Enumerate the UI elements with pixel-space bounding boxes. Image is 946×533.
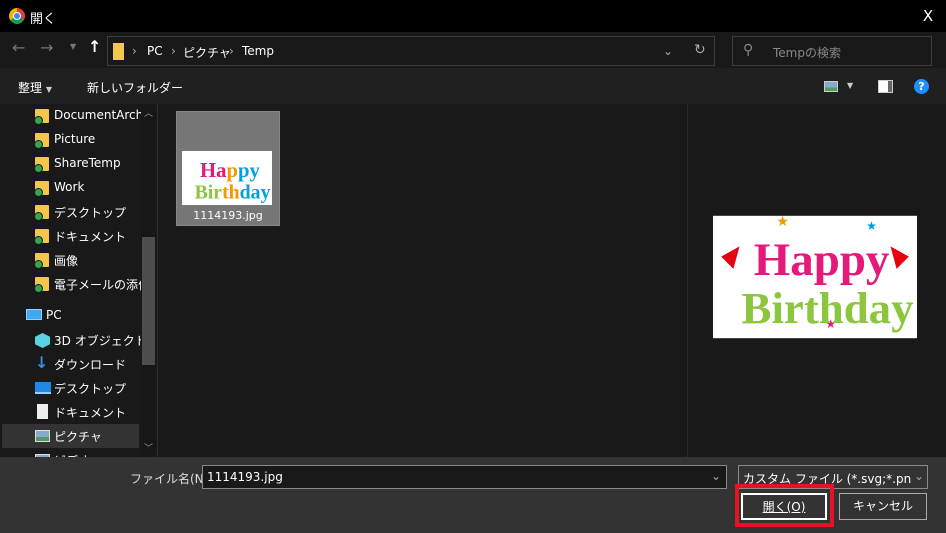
sidebar-item[interactable]: 3D オブジェクト xyxy=(2,328,142,352)
navigation-pane: DocumentArchive Picture ShareTemp Work デスクトッ… xyxy=(0,104,158,457)
svg-text:Birthday: Birthday xyxy=(195,181,271,203)
desktop-icon xyxy=(35,382,51,394)
forward-icon[interactable]: → xyxy=(40,38,53,57)
up-icon[interactable]: ↑ xyxy=(88,37,101,56)
sidebar-item-label: 画像 xyxy=(54,254,79,268)
file-item[interactable]: Happy Birthday 1114193.jpg xyxy=(176,111,280,226)
svg-text:Happy: Happy xyxy=(200,160,260,182)
sidebar-item[interactable]: 電子メールの添付ファイル xyxy=(2,272,142,296)
title-bar: 開く X xyxy=(0,0,946,32)
sidebar-item-label: ピクチャ xyxy=(54,430,102,444)
sidebar-item[interactable]: ShareTemp xyxy=(2,152,139,176)
sidebar-item[interactable]: ピクチャ xyxy=(2,424,139,448)
sync-check-icon xyxy=(34,212,43,221)
view-options-icon[interactable] xyxy=(824,81,838,92)
pictures-icon xyxy=(35,430,50,442)
sidebar-scrollbar[interactable]: ︿ ﹀ xyxy=(141,104,156,457)
search-input[interactable]: Tempの検索 xyxy=(773,44,841,61)
sidebar-item-label: PC xyxy=(46,308,62,322)
sidebar-item[interactable]: ビデオ xyxy=(2,448,139,457)
scrollbar-thumb[interactable] xyxy=(142,237,155,365)
preview-pane-icon[interactable] xyxy=(878,80,893,93)
breadcrumb-pictures[interactable]: ピクチャ xyxy=(183,44,231,61)
search-icon: ⚲ xyxy=(743,42,754,58)
new-folder-button[interactable]: 新しいフォルダー xyxy=(87,79,183,96)
sync-check-icon xyxy=(34,284,43,293)
file-name: 1114193.jpg xyxy=(193,209,263,222)
sync-check-icon xyxy=(34,236,43,245)
address-dropdown-icon[interactable]: ⌄ xyxy=(663,44,673,58)
sidebar-item-label: Picture xyxy=(54,132,96,146)
file-thumbnail: Happy Birthday xyxy=(182,151,272,205)
search-box[interactable]: ⚲ Tempの検索 xyxy=(732,36,932,66)
sync-check-icon xyxy=(34,188,43,197)
download-icon: ↓ xyxy=(35,353,49,372)
filename-input[interactable]: 1114193.jpg ⌄ xyxy=(202,465,727,489)
window-title: 開く xyxy=(30,12,57,27)
preview-text-birthday: Birthday xyxy=(742,283,914,333)
sidebar-item[interactable]: PC xyxy=(2,304,139,328)
sidebar-item-label: ShareTemp xyxy=(54,156,121,170)
sidebar-item-label: Work xyxy=(54,180,85,194)
sidebar-item[interactable]: ↓ ダウンロード xyxy=(2,352,139,376)
filetype-chevron-icon[interactable]: ⌄ xyxy=(914,469,925,483)
organize-label: 整理 xyxy=(18,81,43,95)
chrome-icon xyxy=(9,8,25,24)
document-icon xyxy=(37,404,48,419)
sync-check-icon xyxy=(34,140,43,149)
cancel-button[interactable]: キャンセル xyxy=(839,493,927,520)
address-bar[interactable]: › PC › ピクチャ › Temp ⌄ ↻ xyxy=(107,36,715,66)
view-chevron-icon[interactable]: ▼ xyxy=(847,81,853,90)
sidebar-item-label: デスクトップ xyxy=(54,206,127,220)
preview-pane: ★ ★ ★ Happy Birthday xyxy=(687,104,946,457)
sync-check-icon xyxy=(34,260,43,269)
sidebar-item[interactable]: ドキュメント xyxy=(2,400,139,424)
filename-value: 1114193.jpg xyxy=(207,470,283,484)
sidebar-item-label: ドキュメント xyxy=(54,230,127,244)
sync-check-icon xyxy=(34,164,43,173)
svg-text:★: ★ xyxy=(866,219,877,233)
breadcrumb-temp[interactable]: Temp xyxy=(242,44,274,58)
sidebar-item[interactable]: ドキュメント xyxy=(2,224,139,248)
pc-icon xyxy=(26,309,42,320)
open-button[interactable]: 開く(O) xyxy=(741,493,827,520)
close-button[interactable]: X xyxy=(918,7,938,25)
filename-dropdown-icon[interactable]: ⌄ xyxy=(711,469,721,483)
file-list: Happy Birthday 1114193.jpg xyxy=(160,104,686,457)
sidebar-item-label: DocumentArchive xyxy=(54,108,142,122)
sidebar-item-label: ドキュメント xyxy=(54,406,127,420)
sidebar-item[interactable]: デスクトップ xyxy=(2,200,139,224)
image-preview: ★ ★★ Happy Birthday xyxy=(713,214,917,339)
breadcrumb-pc[interactable]: PC xyxy=(147,44,163,58)
sidebar-item[interactable]: DocumentArchive xyxy=(2,104,142,128)
organize-menu[interactable]: 整理 ▼ xyxy=(18,79,52,96)
filename-label: ファイル名(N): xyxy=(130,472,213,486)
folder-icon xyxy=(113,43,124,60)
sync-check-icon xyxy=(34,116,43,125)
back-icon[interactable]: ← xyxy=(12,38,25,57)
sidebar-item-label: 3D オブジェクト xyxy=(54,334,142,348)
sidebar-item[interactable]: デスクトップ xyxy=(2,376,139,400)
sidebar-item[interactable]: Work xyxy=(2,176,139,200)
refresh-icon[interactable]: ↻ xyxy=(694,42,706,58)
svg-text:★: ★ xyxy=(776,214,789,230)
sidebar-item-label: 電子メールの添付ファイル xyxy=(54,278,142,292)
sidebar-item[interactable]: Picture xyxy=(2,128,139,152)
3d-objects-icon xyxy=(35,333,50,348)
help-icon[interactable]: ? xyxy=(914,79,929,94)
preview-text-happy: Happy xyxy=(754,234,890,286)
sidebar-item-label: デスクトップ xyxy=(54,382,127,396)
sidebar-item[interactable]: 画像 xyxy=(2,248,139,272)
recent-chevron-icon[interactable]: ▼ xyxy=(70,42,76,51)
sidebar-item-label: ダウンロード xyxy=(54,358,127,372)
dialog-footer: ファイル名(N): 1114193.jpg ⌄ カスタム ファイル (*.svg… xyxy=(0,457,946,533)
toolbar: 整理 ▼ 新しいフォルダー ▼ ? xyxy=(0,68,946,104)
